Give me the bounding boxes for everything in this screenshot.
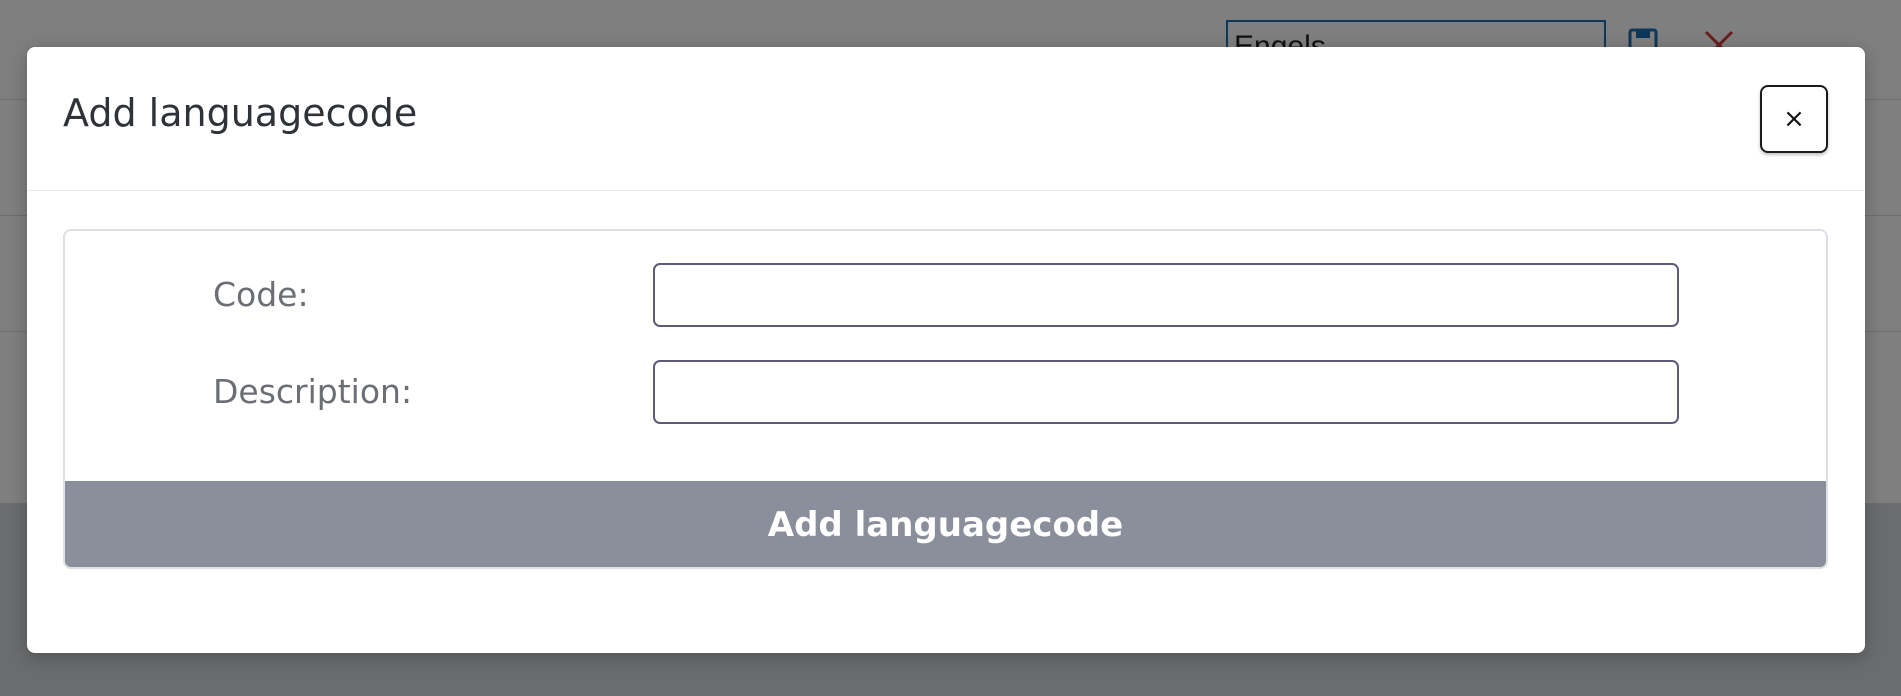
close-icon: ×: [1783, 104, 1805, 134]
modal-header: Add languagecode ×: [27, 47, 1865, 191]
code-label: Code:: [213, 275, 309, 314]
code-input[interactable]: [653, 263, 1679, 327]
description-label: Description:: [213, 372, 413, 411]
add-languagecode-button[interactable]: Add languagecode: [65, 481, 1826, 567]
description-input[interactable]: [653, 360, 1679, 424]
modal-title: Add languagecode: [63, 91, 418, 135]
close-button[interactable]: ×: [1760, 85, 1828, 153]
add-languagecode-modal: Add languagecode × Code: Description: Ad…: [27, 47, 1865, 653]
languagecode-form: Code: Description: Add languagecode: [63, 229, 1828, 569]
